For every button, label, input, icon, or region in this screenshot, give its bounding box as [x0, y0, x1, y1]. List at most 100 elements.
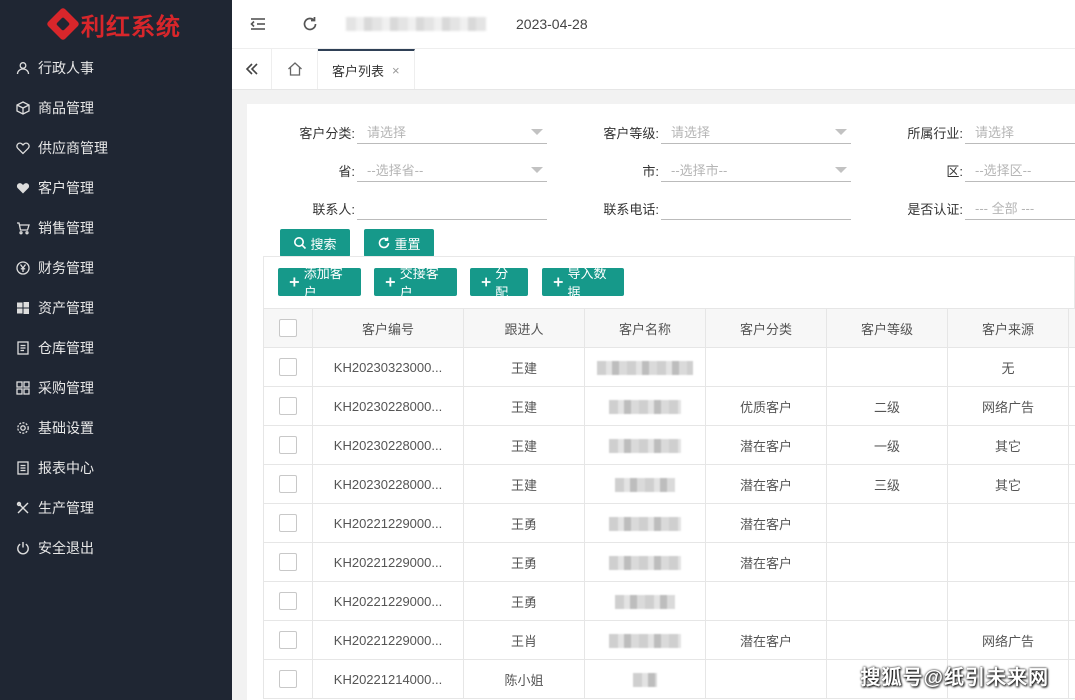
sidebar-item-tools[interactable]: 生产管理 [0, 488, 232, 528]
category-select[interactable]: 请选择 [357, 120, 547, 144]
cell-source: 其它 [947, 425, 1069, 465]
row-checkbox[interactable] [279, 553, 297, 571]
table-row[interactable]: KH20230323000... 王建 无 [263, 347, 1075, 387]
table-row[interactable]: KH20221229000... 王勇 潜在客户 [263, 503, 1075, 543]
blurred-user-info [346, 17, 486, 31]
cell-overflow [1068, 659, 1075, 699]
province-select[interactable]: --选择省-- [357, 158, 547, 182]
sidebar-item-gear[interactable]: 基础设置 [0, 408, 232, 448]
row-checkbox[interactable] [279, 670, 297, 688]
refresh-button[interactable] [284, 0, 336, 48]
cell-overflow [1068, 581, 1075, 621]
row-checkbox[interactable] [279, 631, 297, 649]
cell-overflow [1068, 503, 1075, 543]
sidebar-item-heart-outline[interactable]: 供应商管理 [0, 128, 232, 168]
search-button[interactable]: 搜索 [280, 229, 350, 257]
cell-customer-name [584, 581, 706, 621]
table-row[interactable]: KH20221229000... 王勇 潜在客户 [263, 542, 1075, 582]
redacted-name [609, 438, 681, 453]
sidebar-item-cube[interactable]: 商品管理 [0, 88, 232, 128]
select-all-checkbox[interactable] [279, 319, 297, 337]
add-customer-label: 添加客户 [303, 266, 343, 300]
app-logo[interactable]: 利红系统 [0, 0, 232, 48]
current-date: 2023-04-28 [516, 16, 588, 32]
row-checkbox[interactable] [279, 397, 297, 415]
tab-close-icon[interactable]: × [392, 63, 400, 78]
table-row[interactable]: KH20221229000... 王肖 潜在客户 网络广告 [263, 620, 1075, 660]
sidebar-item-report[interactable]: 报表中心 [0, 448, 232, 488]
header-level[interactable]: 客户等级 [826, 308, 948, 348]
cell-overflow [1068, 464, 1075, 504]
header-customer-code[interactable]: 客户编号 [312, 308, 464, 348]
cell-customer-name [584, 386, 706, 426]
sidebar-item-yen[interactable]: 财务管理 [0, 248, 232, 288]
filter-row-1: 客户分类: 请选择 客户等级: 请选择 所属行业: 请选择 [247, 120, 1075, 144]
cell-level: 二级 [826, 386, 948, 426]
verified-select[interactable]: --- 全部 --- [965, 196, 1075, 220]
sidebar-item-cart[interactable]: 销售管理 [0, 208, 232, 248]
reset-button[interactable]: 重置 [364, 229, 434, 257]
logo-text: 利红系统 [81, 11, 181, 41]
phone-input[interactable] [661, 196, 851, 220]
cell-owner: 王勇 [463, 581, 585, 621]
sidebar-item-grid[interactable]: 采购管理 [0, 368, 232, 408]
header-owner[interactable]: 跟进人 [463, 308, 585, 348]
assign-button[interactable]: 分配 [470, 266, 528, 300]
cell-level [826, 581, 948, 621]
import-data-button[interactable]: 导入数据 [542, 266, 624, 300]
redacted-name [609, 399, 681, 414]
table-row[interactable]: KH20230228000... 王建 优质客户 二级 网络广告 [263, 386, 1075, 426]
cell-category: 优质客户 [705, 386, 827, 426]
sidebar-item-heart[interactable]: 客户管理 [0, 168, 232, 208]
heart-outline-icon [16, 141, 30, 155]
tab-bar: 客户列表 × [232, 48, 1075, 90]
yen-icon [16, 261, 30, 275]
sidebar-item-power[interactable]: 安全退出 [0, 528, 232, 568]
cell-customer-name [584, 542, 706, 582]
cell-overflow [1068, 347, 1075, 387]
row-checkbox[interactable] [279, 358, 297, 376]
handover-customer-button[interactable]: 交接客户 [374, 266, 457, 300]
city-select[interactable]: --选择市-- [661, 158, 851, 182]
redacted-name [597, 360, 693, 375]
plus-icon [553, 277, 563, 287]
row-checkbox[interactable] [279, 592, 297, 610]
collapse-sidebar-button[interactable] [232, 0, 284, 48]
plus-icon [481, 277, 491, 287]
cell-owner: 王肖 [463, 620, 585, 660]
province-label: 省: [338, 163, 355, 179]
cell-customer-name [584, 347, 706, 387]
redacted-name [609, 516, 681, 531]
home-icon [287, 62, 302, 76]
header-source[interactable]: 客户来源 [947, 308, 1069, 348]
add-customer-button[interactable]: 添加客户 [278, 266, 361, 300]
contact-label: 联系人: [312, 201, 355, 217]
tab-customer-list[interactable]: 客户列表 × [318, 49, 415, 89]
level-select[interactable]: 请选择 [661, 120, 851, 144]
sidebar-item-document[interactable]: 仓库管理 [0, 328, 232, 368]
table-row[interactable]: KH20221229000... 王勇 [263, 581, 1075, 621]
cell-level [826, 542, 948, 582]
row-checkbox[interactable] [279, 514, 297, 532]
cell-source [947, 542, 1069, 582]
select-all-cell [263, 308, 313, 348]
cell-customer-code: KH20230323000... [312, 347, 464, 387]
sidebar-item-user[interactable]: 行政人事 [0, 48, 232, 88]
cube-icon [16, 101, 30, 115]
header-customer-name[interactable]: 客户名称 [584, 308, 706, 348]
table-body: KH20230323000... 王建无 KH20230228000... 王建 优质客… [263, 347, 1075, 699]
sidebar-item-label: 生产管理 [38, 500, 94, 516]
table-row[interactable]: KH20230228000... 王建 潜在客户 三级 其它 [263, 464, 1075, 504]
cell-source [947, 581, 1069, 621]
table-row[interactable]: KH20230228000... 王建 潜在客户 一级 其它 [263, 425, 1075, 465]
district-select[interactable]: --选择区-- [965, 158, 1075, 182]
tab-home[interactable] [272, 49, 318, 89]
row-checkbox[interactable] [279, 475, 297, 493]
cell-source: 无 [947, 347, 1069, 387]
contact-input[interactable] [357, 196, 547, 220]
sidebar-item-windows[interactable]: 资产管理 [0, 288, 232, 328]
row-checkbox[interactable] [279, 436, 297, 454]
header-category[interactable]: 客户分类 [705, 308, 827, 348]
tabs-scroll-left-button[interactable] [232, 49, 272, 89]
industry-select[interactable]: 请选择 [965, 120, 1075, 144]
